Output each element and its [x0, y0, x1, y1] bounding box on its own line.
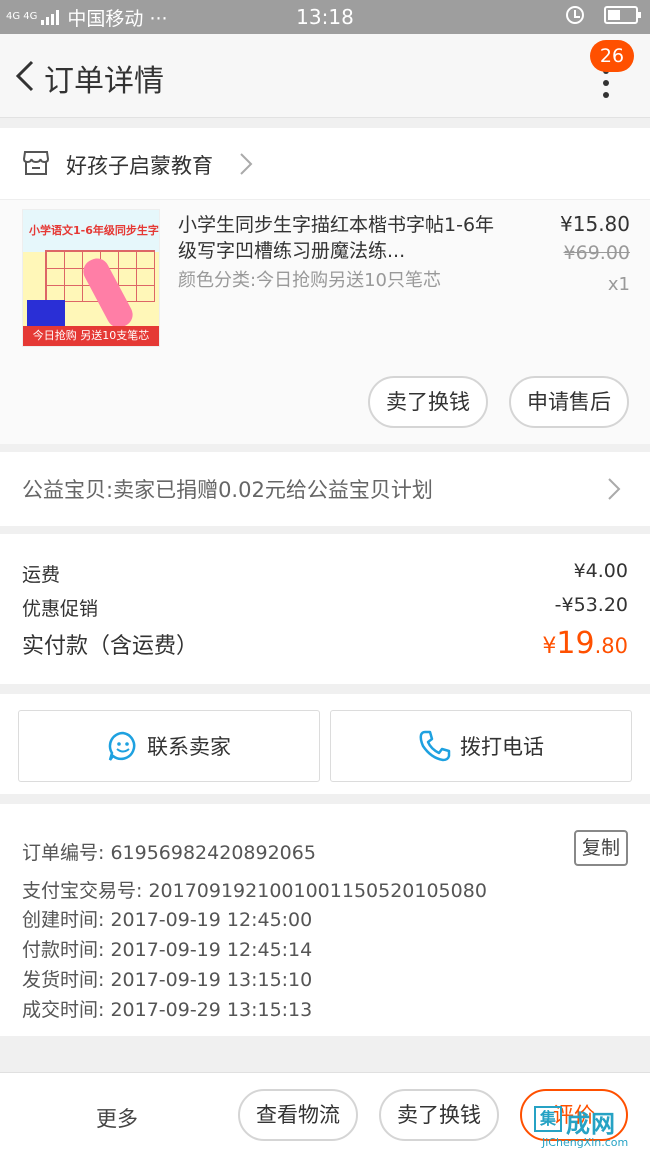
view-logistics-button[interactable]: 查看物流: [238, 1089, 358, 1141]
charity-text: 公益宝贝:卖家已捐赠0.02元给公益宝贝计划: [22, 478, 433, 502]
call-phone-button[interactable]: 拨打电话: [330, 710, 632, 782]
order-number: 订单编号: 61956982420892065: [22, 842, 316, 864]
shop-icon: [22, 151, 50, 175]
paid-time: 付款时间: 2017-09-19 12:45:14: [22, 939, 313, 961]
shop-name: 好孩子启蒙教育: [66, 154, 213, 178]
product-price: ¥15.80: [560, 212, 630, 236]
completed-time: 成交时间: 2017-09-29 13:15:13: [22, 999, 313, 1021]
total-currency: ¥: [542, 634, 557, 659]
discount-value: -¥53.20: [554, 594, 628, 616]
total-label: 实付款（含运费）: [22, 634, 199, 659]
network-type: 4G 4G: [6, 11, 38, 22]
carrier-name: 中国移动 ···: [67, 7, 168, 30]
contact-seller-button[interactable]: 联系卖家: [18, 710, 320, 782]
status-bar: 4G 4G 中国移动 ··· 13:18: [0, 0, 650, 34]
product-sku: 颜色分类:今日抢购另送10只笔芯: [178, 270, 441, 291]
contact-section: 联系卖家 拨打电话: [0, 694, 650, 794]
order-info: 订单编号: 61956982420892065 复制 支付宝交易号: 20170…: [0, 804, 650, 1036]
sell-button[interactable]: 卖了换钱: [368, 376, 488, 428]
shipped-time: 发货时间: 2017-09-19 13:15:10: [22, 969, 313, 991]
product-quantity: x1: [607, 274, 630, 295]
watermark: 集 成网 JiChengXin.com: [524, 1100, 650, 1155]
notification-badge: 26: [590, 40, 634, 72]
call-phone-label: 拨打电话: [460, 735, 544, 759]
status-left: 4G 4G 中国移动 ···: [0, 4, 168, 31]
charity-row[interactable]: 公益宝贝:卖家已捐赠0.02元给公益宝贝计划: [0, 452, 650, 526]
discount-label: 优惠促销: [22, 598, 99, 620]
nav-bar: 订单详情 26: [0, 34, 650, 118]
product-image[interactable]: 小学语文1-6年级同步生字 今日抢购 另送10支笔芯: [22, 209, 160, 347]
total-value: ¥19.80: [542, 626, 628, 661]
total-integer: 19: [556, 626, 595, 661]
shipping-label: 运费: [22, 564, 61, 586]
watermark-url: JiChengXin.com: [542, 1136, 629, 1149]
chevron-right-icon: [240, 153, 253, 175]
chevron-right-icon: [608, 478, 621, 500]
contact-seller-label: 联系卖家: [147, 735, 231, 759]
original-price: ¥69.00: [563, 242, 630, 264]
wangwang-chat-icon: [108, 731, 136, 761]
shipping-value: ¥4.00: [573, 560, 628, 582]
product-image-banner: 今日抢购 另送10支笔芯: [23, 326, 159, 346]
alipay-number: 支付宝交易号: 2017091921001001150520105080: [22, 880, 487, 902]
back-arrow-icon[interactable]: [12, 60, 38, 92]
product-card[interactable]: 小学语文1-6年级同步生字 今日抢购 另送10支笔芯 小学生同步生字描红本楷书字…: [0, 200, 650, 444]
page-title: 订单详情: [44, 64, 164, 99]
created-time: 创建时间: 2017-09-19 12:45:00: [22, 909, 313, 931]
watermark-text: 成网: [566, 1110, 616, 1138]
phone-icon: [419, 730, 451, 762]
signal-icon: [41, 9, 60, 25]
cost-summary: 运费 ¥4.00 优惠促销 -¥53.20 实付款（含运费） ¥19.80: [0, 534, 650, 684]
alarm-icon: [566, 6, 584, 24]
product-image-caption: 小学语文1-6年级同步生字: [23, 210, 159, 252]
product-title: 小学生同步生字描红本楷书字帖1-6年级写字凹槽练习册魔法练...: [178, 214, 495, 262]
shop-row[interactable]: 好孩子启蒙教育: [0, 128, 650, 200]
more-vertical-icon[interactable]: [596, 68, 616, 98]
copy-button[interactable]: 复制: [574, 830, 628, 866]
after-sale-button[interactable]: 申请售后: [509, 376, 629, 428]
battery-icon: [604, 6, 641, 24]
total-decimal: .80: [594, 634, 628, 658]
more-button[interactable]: 更多: [96, 1103, 138, 1133]
sell-button[interactable]: 卖了换钱: [379, 1089, 499, 1141]
status-right: [566, 6, 641, 24]
watermark-logo: 集: [534, 1106, 562, 1132]
